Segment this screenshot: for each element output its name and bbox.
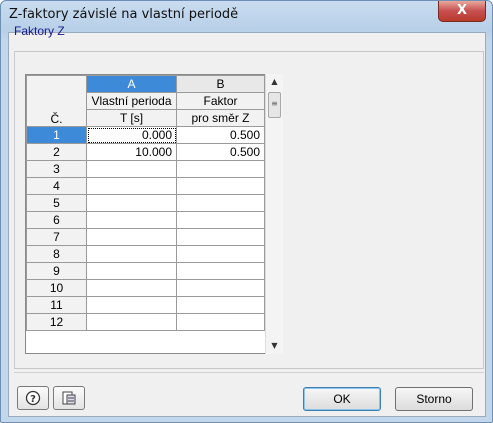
group-label: Faktory Z	[14, 24, 65, 38]
table-row: 3	[26, 160, 265, 178]
column-header-b[interactable]: B	[176, 75, 265, 93]
cell-factor[interactable]	[176, 211, 265, 229]
table-row: 1 0.000 0.500	[26, 126, 265, 144]
cell-period[interactable]	[86, 313, 177, 331]
vertical-scrollbar[interactable]: ▲ ≡ ▼	[265, 74, 283, 354]
column-header-a[interactable]: A	[86, 75, 177, 93]
help-icon: ?	[25, 390, 41, 406]
table-row: 11	[26, 296, 265, 314]
row-number[interactable]: 4	[26, 177, 87, 195]
row-number[interactable]: 1	[26, 126, 87, 144]
export-table-button[interactable]	[53, 386, 85, 410]
row-number[interactable]: 7	[26, 228, 87, 246]
table-row: 12	[26, 313, 265, 331]
cell-factor[interactable]	[176, 262, 265, 280]
cell-factor[interactable]: 0.500	[176, 143, 265, 161]
scroll-thumb[interactable]: ≡	[268, 92, 281, 118]
cell-factor[interactable]	[176, 160, 265, 178]
cell-period[interactable]: 10.000	[86, 143, 177, 161]
cell-factor[interactable]	[176, 177, 265, 195]
cell-factor[interactable]	[176, 228, 265, 246]
cell-period[interactable]	[86, 279, 177, 297]
cell-factor[interactable]	[176, 194, 265, 212]
svg-text:?: ?	[30, 394, 36, 405]
row-number[interactable]: 12	[26, 313, 87, 331]
cell-period[interactable]	[86, 245, 177, 263]
cell-period[interactable]	[86, 296, 177, 314]
cell-factor[interactable]	[176, 245, 265, 263]
column-a-title: Vlastní perioda	[86, 92, 177, 110]
cell-period[interactable]	[86, 211, 177, 229]
cancel-button[interactable]: Storno	[395, 387, 473, 411]
table-row: 5	[26, 194, 265, 212]
cell-period[interactable]	[86, 160, 177, 178]
button-separator	[14, 372, 484, 373]
cell-factor[interactable]	[176, 313, 265, 331]
ok-button[interactable]: OK	[303, 387, 381, 411]
row-number[interactable]: 2	[26, 143, 87, 161]
factors-table: Č. A B Vlastní perioda Faktor T [s] pro …	[25, 74, 283, 354]
table-row: 4	[26, 177, 265, 195]
scroll-down-arrow-icon[interactable]: ▼	[266, 338, 283, 354]
table-row: 6	[26, 211, 265, 229]
cell-factor[interactable]	[176, 279, 265, 297]
table-row: 10	[26, 279, 265, 297]
column-a-unit: T [s]	[86, 109, 177, 127]
row-number[interactable]: 5	[26, 194, 87, 212]
column-b-unit: pro směr Z	[176, 109, 265, 127]
preview-panel	[299, 51, 484, 369]
cell-period[interactable]: 0.000	[86, 126, 177, 144]
cell-period[interactable]	[86, 177, 177, 195]
row-number[interactable]: 8	[26, 245, 87, 263]
row-number[interactable]: 6	[26, 211, 87, 229]
cell-period[interactable]	[86, 194, 177, 212]
row-number[interactable]: 10	[26, 279, 87, 297]
row-number[interactable]: 11	[26, 296, 87, 314]
help-button[interactable]: ?	[17, 386, 49, 410]
table-row: 7	[26, 228, 265, 246]
cell-period[interactable]	[86, 262, 177, 280]
close-button[interactable]: X	[438, 1, 486, 22]
cell-factor[interactable]	[176, 296, 265, 314]
cell-factor[interactable]: 0.500	[176, 126, 265, 144]
row-number[interactable]: 9	[26, 262, 87, 280]
row-number[interactable]: 3	[26, 160, 87, 178]
corner-header: Č.	[26, 75, 87, 127]
column-b-title: Faktor	[176, 92, 265, 110]
table-row: 9	[26, 262, 265, 280]
dialog-window: Z-faktory závislé na vlastní periodě X ?	[0, 0, 493, 423]
table-row: 8	[26, 245, 265, 263]
window-title: Z-faktory závislé na vlastní periodě	[9, 7, 239, 22]
table-row: 2 10.000 0.500	[26, 143, 265, 161]
table-export-icon	[61, 390, 77, 406]
scroll-up-arrow-icon[interactable]: ▲	[266, 74, 283, 90]
cell-period[interactable]	[86, 228, 177, 246]
